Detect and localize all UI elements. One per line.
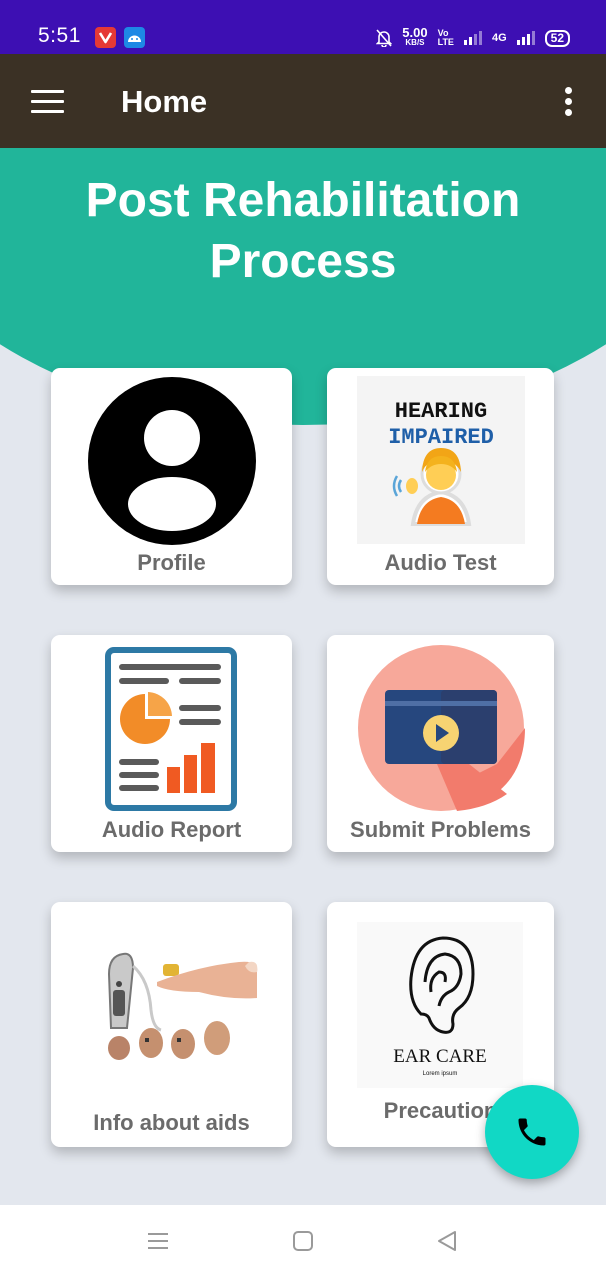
audio-report-label: Audio Report xyxy=(101,817,242,842)
network-speed: 5.00 KB/S xyxy=(402,25,428,48)
home-icon[interactable] xyxy=(292,1230,314,1252)
status-indicators: 5.00 KB/S Vo LTE 4G 52 xyxy=(376,25,570,49)
image-text-impaired: IMPAIRED xyxy=(388,425,494,450)
ear-care-icon: EAR CARE Lorem ipsum xyxy=(357,922,523,1088)
profile-avatar-icon xyxy=(88,377,256,545)
overflow-menu-icon[interactable] xyxy=(560,87,578,117)
audio-report-card[interactable]: Audio Report xyxy=(51,635,292,852)
bell-muted-icon xyxy=(376,29,393,47)
network-speed-unit: KB/S xyxy=(405,38,425,47)
info-aids-card[interactable]: Info about aids xyxy=(51,902,292,1147)
hearing-impaired-icon: HEARING IMPAIRED xyxy=(357,376,525,544)
submit-problems-label: Submit Problems xyxy=(350,817,531,842)
volte-indicator: Vo LTE xyxy=(438,29,454,47)
battery-level: 52 xyxy=(544,29,570,47)
image-text-ear-care: EAR CARE xyxy=(393,1046,486,1067)
network-speed-value: 5.00 xyxy=(402,25,428,40)
status-bar: 5:51 5.00 KB/S Vo LTE 4G 52 xyxy=(0,0,606,54)
menu-icon[interactable] xyxy=(31,90,64,114)
profile-label: Profile xyxy=(137,550,206,575)
hero-title: Post Rehabilitation Process xyxy=(0,170,606,292)
status-time: 5:51 xyxy=(38,24,81,47)
hero-title-line2: Process xyxy=(209,235,397,288)
back-icon[interactable] xyxy=(436,1230,458,1252)
phone-icon xyxy=(518,1118,546,1146)
recents-icon[interactable] xyxy=(147,1230,169,1252)
network-type: 4G xyxy=(491,32,507,44)
signal-strength-icon-2 xyxy=(516,31,535,45)
info-aids-label: Info about aids xyxy=(93,1110,250,1135)
hearing-aids-icon xyxy=(107,952,258,1060)
vivaldi-notification-icon xyxy=(95,27,116,48)
video-player-icon xyxy=(358,645,525,811)
audio-test-card[interactable]: HEARING IMPAIRED Audio Test xyxy=(327,368,554,585)
signal-strength-icon xyxy=(463,31,482,45)
profile-card[interactable]: Profile xyxy=(51,368,292,585)
image-text-lorem: Lorem ipsum xyxy=(423,1071,458,1077)
image-text-hearing: HEARING xyxy=(395,399,487,424)
page-title: Home xyxy=(121,84,208,119)
submit-problems-card[interactable]: Submit Problems xyxy=(327,635,554,852)
system-nav-bar xyxy=(0,1205,606,1280)
android-notification-icon xyxy=(124,27,145,48)
audio-test-label: Audio Test xyxy=(384,550,497,575)
hero-title-line1: Post Rehabilitation xyxy=(85,174,521,227)
volte-bottom: LTE xyxy=(437,37,454,47)
app-bar: Home xyxy=(0,54,606,148)
report-document-icon xyxy=(105,647,237,811)
call-button[interactable] xyxy=(485,1085,579,1179)
